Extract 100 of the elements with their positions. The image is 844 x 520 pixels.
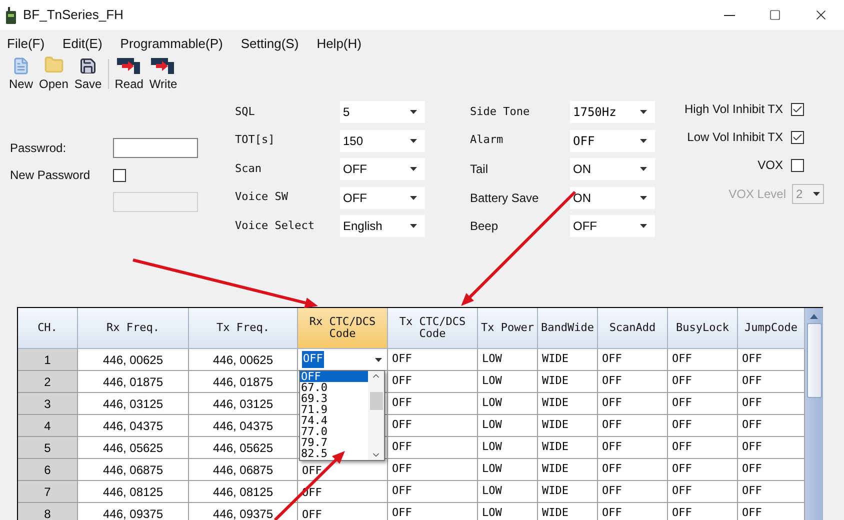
table-cell: OFF bbox=[738, 415, 805, 437]
checkbox-label: Low Vol Inhibit TX bbox=[687, 129, 783, 146]
checkbox[interactable] bbox=[791, 130, 804, 144]
setting-label: Beep bbox=[470, 218, 500, 235]
caret-icon bbox=[410, 110, 417, 114]
dropdown[interactable]: ON bbox=[570, 158, 655, 180]
dropdown[interactable]: ON bbox=[570, 186, 655, 208]
setting-label: Voice SW bbox=[235, 189, 289, 206]
table-cell: LOW bbox=[478, 371, 538, 393]
menu-item[interactable]: File(F) bbox=[2, 34, 50, 54]
dropdown-option[interactable]: 79.7 bbox=[300, 437, 368, 448]
scroll-thumb[interactable] bbox=[370, 392, 382, 410]
floppy-icon bbox=[79, 57, 98, 75]
caret-icon bbox=[813, 192, 820, 196]
table-cell: OFF bbox=[388, 459, 478, 481]
table-cell: OFF bbox=[738, 481, 805, 503]
table-cell: OFF bbox=[738, 349, 805, 371]
table-cell: OFF bbox=[598, 349, 668, 371]
table-cell: LOW bbox=[478, 503, 538, 520]
table-cell: 446, 06875 bbox=[78, 459, 189, 481]
table-cell: 446, 08125 bbox=[78, 481, 189, 503]
password-field[interactable] bbox=[113, 138, 198, 158]
file-icon bbox=[12, 57, 30, 75]
dropdown[interactable]: 1750Hz bbox=[570, 101, 655, 123]
toolbar-button[interactable]: Save bbox=[71, 57, 105, 91]
table-cell: OFF bbox=[598, 415, 668, 437]
table-cell: 446, 01875 bbox=[78, 371, 189, 393]
table-cell: OFF bbox=[668, 393, 738, 415]
column-header[interactable]: Tx Power bbox=[478, 308, 538, 349]
dropdown[interactable]: 5 bbox=[340, 101, 425, 123]
row-number: 4 bbox=[18, 415, 78, 437]
table-cell: OFF bbox=[388, 503, 478, 520]
setting-label: Battery Save bbox=[470, 190, 540, 206]
check-icon bbox=[792, 104, 803, 114]
dropdown-option[interactable]: 82.5 bbox=[300, 448, 368, 459]
dropdown-option[interactable]: OFF bbox=[300, 371, 368, 382]
table-cell: OFF bbox=[388, 371, 478, 393]
column-header[interactable]: Tx Freq. bbox=[189, 308, 298, 349]
column-header[interactable]: JumpCode bbox=[738, 308, 805, 349]
checkbox[interactable] bbox=[791, 102, 804, 116]
dropdown-option[interactable]: 71.9 bbox=[300, 404, 368, 415]
column-header[interactable]: CH. bbox=[18, 308, 78, 349]
column-header[interactable]: ScanAdd bbox=[598, 308, 668, 349]
check-icon bbox=[792, 132, 803, 142]
dropdown[interactable]: OFF bbox=[570, 130, 655, 152]
checkbox[interactable] bbox=[791, 158, 804, 172]
row-number: 8 bbox=[18, 503, 78, 520]
dropdown[interactable]: English bbox=[340, 215, 425, 237]
column-header[interactable]: BusyLock bbox=[668, 308, 738, 349]
toolbar-button[interactable]: New bbox=[6, 57, 36, 91]
table-cell: OFF bbox=[668, 371, 738, 393]
toolbar-button[interactable]: Write bbox=[146, 57, 180, 91]
caret-icon bbox=[640, 110, 647, 114]
dropdown[interactable]: OFF bbox=[340, 158, 425, 180]
dropdown-option[interactable]: 74.4 bbox=[300, 415, 368, 426]
table-cell: OFF bbox=[598, 503, 668, 520]
menu-item[interactable]: Setting(S) bbox=[236, 34, 304, 54]
table-cell: LOW bbox=[478, 459, 538, 481]
dropdown-option[interactable]: 69.3 bbox=[300, 393, 368, 404]
column-header[interactable]: Rx CTC/DCS Code bbox=[298, 308, 388, 349]
table-cell: OFF bbox=[668, 503, 738, 520]
table-cell: OFF bbox=[738, 459, 805, 481]
row-number: 1 bbox=[18, 349, 78, 371]
toolbar-button[interactable]: Open bbox=[36, 55, 72, 91]
new-password-label: New Password bbox=[10, 167, 92, 184]
table-cell: OFF bbox=[738, 393, 805, 415]
dropdown[interactable]: 150 bbox=[340, 130, 425, 152]
column-header[interactable]: BandWide bbox=[538, 308, 598, 349]
row-number: 6 bbox=[18, 459, 78, 481]
dropdown-option[interactable]: 77.0 bbox=[300, 426, 368, 437]
row-number: 5 bbox=[18, 437, 78, 459]
password-label: Passwrod: bbox=[10, 140, 68, 157]
caret-icon bbox=[410, 224, 417, 228]
menu-item[interactable]: Edit(E) bbox=[58, 34, 108, 54]
setting-label: Tail bbox=[470, 161, 490, 178]
checkbox-label: VOX bbox=[758, 157, 783, 174]
menu-item[interactable]: Programmable(P) bbox=[115, 34, 228, 54]
setting-label: SQL bbox=[235, 104, 256, 120]
table-cell: OFF bbox=[668, 437, 738, 459]
table-cell: OFF bbox=[598, 459, 668, 481]
scrollbar[interactable] bbox=[368, 371, 384, 460]
setting-label: TOT[s] bbox=[235, 132, 276, 148]
column-header[interactable]: Rx Freq. bbox=[78, 308, 189, 349]
menu-item[interactable]: Help(H) bbox=[312, 34, 366, 54]
maximize-icon bbox=[769, 9, 781, 21]
scroll-thumb[interactable] bbox=[806, 323, 822, 398]
column-header[interactable]: Tx CTC/DCS Code bbox=[388, 308, 478, 349]
setting-label: Side Tone bbox=[470, 104, 531, 120]
dropdown-option[interactable]: 67.0 bbox=[300, 382, 368, 393]
checkbox[interactable] bbox=[113, 168, 126, 182]
table-cell: WIDE bbox=[538, 393, 598, 415]
table-cell: LOW bbox=[478, 393, 538, 415]
table-cell: WIDE bbox=[538, 371, 598, 393]
table-cell: 446, 05625 bbox=[78, 437, 189, 459]
dropdown[interactable]: OFF bbox=[570, 215, 655, 237]
code-cell[interactable]: OFF bbox=[298, 503, 388, 520]
dropdown[interactable]: OFF bbox=[340, 186, 425, 208]
table-cell: OFF bbox=[388, 437, 478, 459]
scrollbar[interactable] bbox=[805, 308, 823, 520]
toolbar-button[interactable]: Read bbox=[112, 57, 146, 91]
